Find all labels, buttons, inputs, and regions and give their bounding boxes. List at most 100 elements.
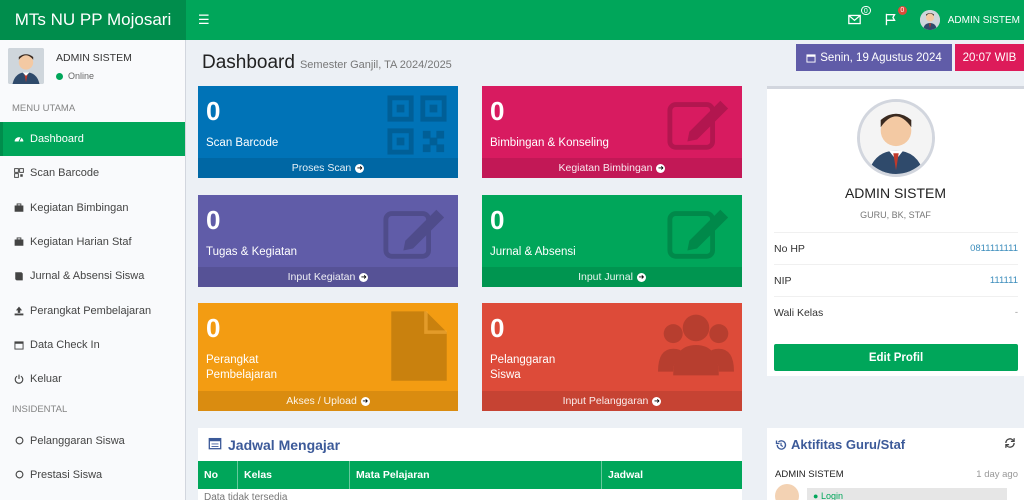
sidebar-item-perangkat-pembelajaran[interactable]: Perangkat Pembelajaran (0, 293, 185, 327)
tile-footer-link[interactable]: Input Jurnal ➜ (482, 267, 742, 287)
arrow-circle-right-icon: ➜ (355, 163, 365, 173)
avatar (8, 48, 44, 84)
date-display: Senin, 19 Agustus 2024 (796, 44, 952, 71)
tile-footer-link[interactable]: Akses / Upload ➜ (198, 391, 458, 411)
sidebar-item-kegiatan-harian-staf[interactable]: Kegiatan Harian Staf (0, 225, 185, 259)
tile-value: 0 (490, 313, 505, 343)
tile-label: Pelanggaran Siswa (490, 353, 555, 383)
content-header: Dashboard Semester Ganjil, TA 2024/2025 (202, 52, 452, 74)
activity-entry-header: ADMIN SISTEM 1 day ago (767, 461, 1024, 480)
profile-row-value: 0811111111 (970, 243, 1018, 254)
tile-perangkat-pembelajaran: 0 Perangkat Pembelajaran Akses / Upload ➜ (198, 303, 458, 411)
profile-row-nip: NIP 111111 (774, 264, 1018, 296)
arrow-circle-right-icon: ➜ (359, 272, 369, 282)
tile-label: Tugas & Kegiatan (206, 246, 297, 258)
arrow-circle-right-icon: ➜ (652, 396, 662, 406)
schedule-empty-message: Data tidak tersedia (204, 492, 288, 500)
status-text: Online (68, 71, 95, 81)
refresh-icon[interactable] (1004, 437, 1016, 452)
top-navbar: MTs NU PP Mojosari ☰ 0 0 ADMIN SISTEM (0, 0, 1024, 40)
tile-footer-label: Kegiatan Bimbingan (558, 162, 653, 174)
briefcase-icon (14, 237, 24, 247)
profile-row-key: Wali Kelas (774, 306, 824, 319)
tile-label: Perangkat Pembelajaran (206, 353, 277, 383)
tile-label: Bimbingan & Konseling (490, 137, 609, 149)
sidebar-item-label: Jurnal & Absensi Siswa (30, 270, 145, 283)
menu-header-main: MENU UTAMA (12, 103, 76, 114)
circle-icon (14, 436, 24, 446)
activity-user: ADMIN SISTEM (775, 469, 844, 480)
profile-row-phone: No HP 0811111111 (774, 232, 1018, 264)
activity-action: ● Login (807, 488, 1007, 500)
schedule-box: Jadwal Mengajar No Kelas Mata Pelajaran … (198, 428, 742, 500)
schedule-title: Jadwal Mengajar (198, 428, 742, 461)
sidebar-item-label: Kegiatan Bimbingan (30, 201, 129, 214)
mail-icon[interactable]: 0 (847, 6, 871, 27)
tile-value: 0 (206, 313, 221, 343)
sidebar-item-jurnal-absensi[interactable]: Jurnal & Absensi Siswa (0, 259, 185, 293)
column-header: Jadwal (608, 469, 644, 481)
date-text: Senin, 19 Agustus 2024 (820, 51, 942, 64)
tile-scan-barcode: 0 Scan Barcode Proses Scan ➜ (198, 86, 458, 178)
sidebar-item-pelanggaran-siswa[interactable]: Pelanggaran Siswa (0, 423, 185, 457)
tile-footer-link[interactable]: Kegiatan Bimbingan ➜ (482, 158, 742, 178)
tile-label-line: Pelanggaran (490, 354, 556, 366)
profile-row-key: No HP (774, 242, 805, 255)
sidebar-user-panel: ADMIN SISTEM Online (0, 40, 185, 95)
sidebar-item-label: Scan Barcode (30, 167, 100, 180)
avatar (857, 99, 935, 177)
schedule-table-header: No Kelas Mata Pelajaran Jadwal (198, 461, 742, 489)
sidebar-user-name: ADMIN SISTEM (56, 52, 132, 64)
sidebar-item-scan-barcode[interactable]: Scan Barcode (0, 156, 185, 190)
column-header: Kelas (238, 461, 350, 489)
sidebar-item-label: Data Check In (30, 338, 100, 351)
sidebar-item-prestasi-siswa[interactable]: Prestasi Siswa (0, 458, 185, 492)
tile-value: 0 (490, 205, 505, 235)
sidebar-item-label: Pelanggaran Siswa (30, 434, 125, 447)
tile-footer-link[interactable]: Proses Scan ➜ (198, 158, 458, 178)
app-brand[interactable]: MTs NU PP Mojosari (0, 0, 186, 40)
tile-label-line: Perangkat (206, 354, 259, 366)
sidebar-item-data-check-in[interactable]: Data Check In (0, 328, 185, 362)
column-header: No (198, 461, 238, 489)
avatar (919, 10, 940, 30)
power-icon (14, 374, 24, 384)
circle-icon (14, 470, 24, 480)
sidebar-item-kegiatan-bimbingan[interactable]: Kegiatan Bimbingan (0, 191, 185, 225)
tile-footer-label: Input Kegiatan (287, 271, 356, 283)
edit-profile-button[interactable]: Edit Profil (774, 344, 1018, 371)
activity-entry: ● Login (767, 480, 1024, 500)
activity-box: Aktifitas Guru/Staf ADMIN SISTEM 1 day a… (767, 428, 1024, 500)
tile-footer-label: Akses / Upload (286, 395, 357, 407)
profile-card: ADMIN SISTEM GURU, BK, STAF No HP 081111… (767, 86, 1024, 376)
tile-jurnal-absensi: 0 Jurnal & Absensi Input Jurnal ➜ (482, 195, 742, 287)
tile-tugas-kegiatan: 0 Tugas & Kegiatan Input Kegiatan ➜ (198, 195, 458, 287)
tile-footer-label: Proses Scan (291, 162, 352, 174)
arrow-circle-right-icon: ➜ (656, 163, 666, 173)
profile-name: ADMIN SISTEM (844, 185, 947, 201)
tile-label: Scan Barcode (206, 137, 279, 149)
profile-row-value: 111111 (989, 275, 1018, 286)
tile-footer-link[interactable]: Input Kegiatan ➜ (198, 267, 458, 287)
sidebar-item-keluar[interactable]: Keluar (0, 362, 185, 396)
calendar-icon (806, 53, 816, 63)
tile-footer-link[interactable]: Input Pelanggaran ➜ (482, 391, 742, 411)
tile-bimbingan-konseling: 0 Bimbingan & Konseling Kegiatan Bimbing… (482, 86, 742, 178)
column-header: Mata Pelajaran (350, 461, 602, 489)
arrow-circle-right-icon: ➜ (636, 272, 646, 282)
user-menu[interactable]: ADMIN SISTEM (919, 10, 1020, 30)
sidebar-item-dashboard[interactable]: Dashboard (0, 122, 185, 157)
profile-row-key: NIP (774, 274, 792, 287)
menu-toggle-icon[interactable]: ☰ (198, 12, 218, 28)
tile-footer-label: Input Pelanggaran (562, 395, 649, 407)
tile-value: 0 (206, 205, 221, 235)
menu-header-incidental: INSIDENTAL (12, 404, 68, 416)
edit-icon (666, 203, 732, 268)
sidebar: ADMIN SISTEM Online MENU UTAMA Dashboard… (0, 40, 186, 500)
mail-badge: 0 (860, 6, 871, 15)
calendar-icon (208, 436, 222, 453)
flag-icon[interactable]: 0 (884, 6, 907, 27)
upload-icon (14, 306, 24, 316)
activity-title-text: Aktifitas Guru/Staf (791, 437, 906, 452)
history-icon (775, 439, 787, 451)
